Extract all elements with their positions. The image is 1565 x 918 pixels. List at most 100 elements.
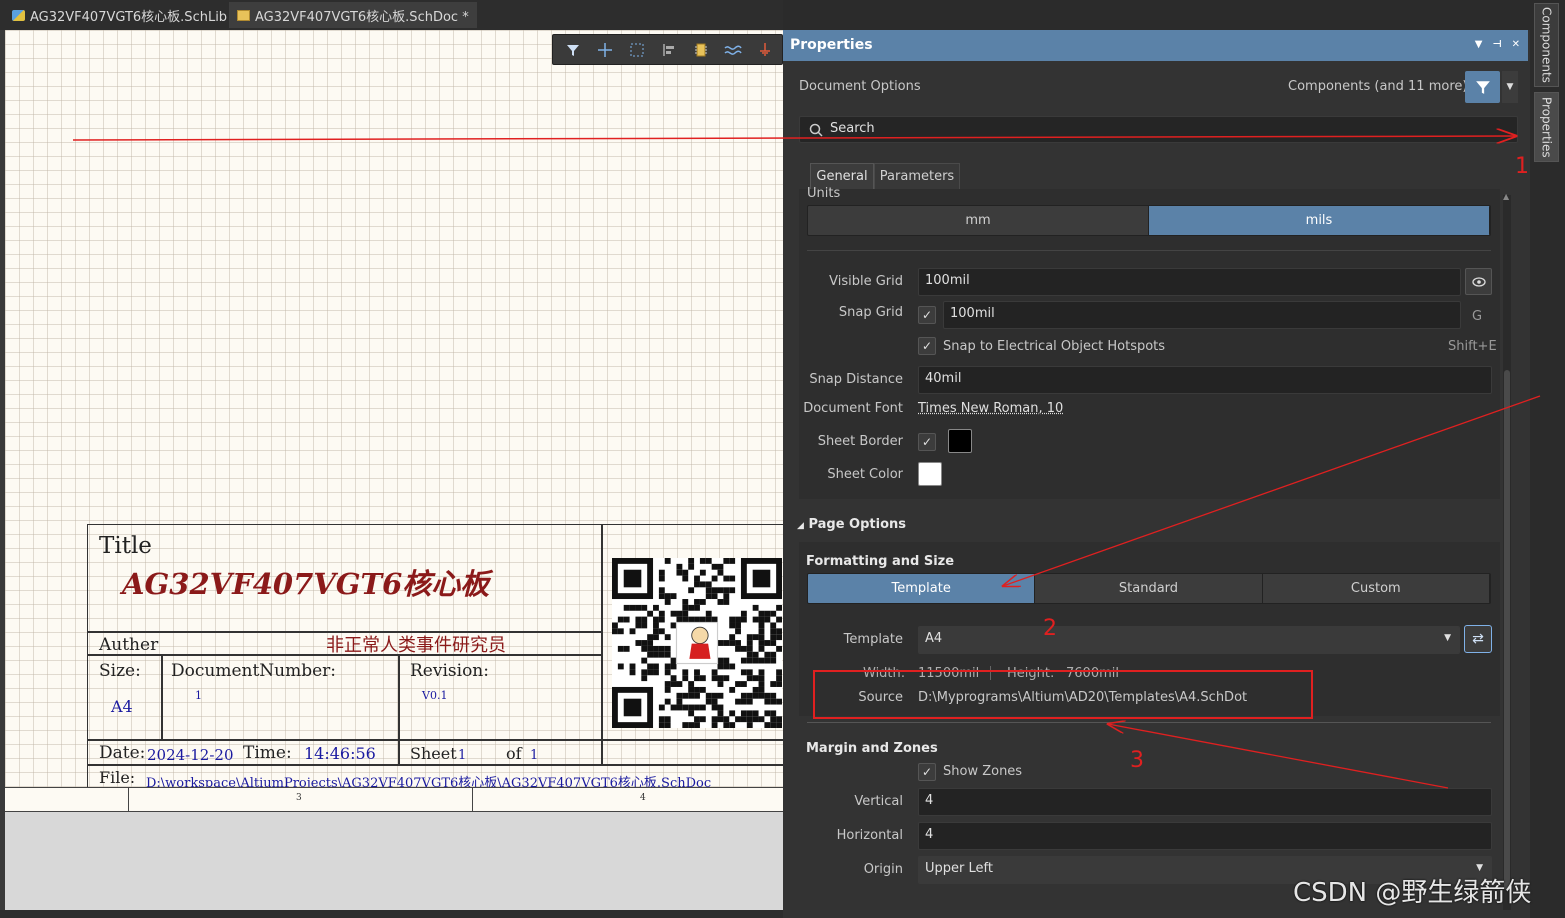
page-options-header[interactable]: ◢ Page Options [797, 517, 906, 532]
origin-value: Upper Left [925, 861, 993, 876]
horizontal-zones-input[interactable]: 4 [918, 822, 1492, 850]
close-icon[interactable]: ✕ [1512, 39, 1520, 50]
docnum-value: 1 [195, 689, 202, 702]
height-label: Height: [1007, 666, 1055, 681]
snap-distance-label: Snap Distance [809, 372, 903, 387]
size-label: Size: [99, 661, 141, 681]
status-bar [0, 910, 783, 918]
snap-hotspots-checkbox[interactable]: ✓ [918, 337, 936, 355]
template-value: A4 [925, 631, 943, 646]
tb-divider [88, 739, 784, 741]
show-zones-checkbox[interactable]: ✓ [918, 763, 936, 781]
visible-grid-input[interactable]: 100mil [918, 268, 1461, 296]
schdoc-file-icon [237, 9, 250, 21]
qr-code-image [612, 558, 782, 728]
sheet-value: 1 [458, 748, 467, 763]
width-value: 11500mil [918, 666, 980, 681]
vertical-zones-input[interactable]: 4 [918, 788, 1492, 816]
grid-visibility-button[interactable] [1465, 268, 1492, 295]
place-wire-button[interactable] [719, 38, 747, 62]
vertical-label: Vertical [854, 794, 903, 809]
tb-divider [161, 654, 163, 739]
check-icon: ✓ [921, 765, 933, 779]
unit-mm-option[interactable]: mm [808, 206, 1149, 235]
snap-distance-input[interactable]: 40mil [918, 366, 1492, 394]
format-custom-option[interactable]: Custom [1262, 574, 1490, 603]
snap-grid-label: Snap Grid [838, 305, 903, 320]
schlib-file-icon [12, 9, 25, 21]
chevron-down-icon: ▼ [1444, 633, 1451, 643]
select-tool-button[interactable] [623, 38, 651, 62]
move-tool-button[interactable] [591, 38, 619, 62]
source-value: D:\Myprograms\Altium\AD20\Templates\A4.S… [918, 690, 1248, 705]
tab-schlib-label: AG32VF407VGT6核心板.SchLib [30, 9, 228, 25]
sheet-label: Sheet [410, 744, 457, 763]
filter-icon [567, 44, 579, 56]
page-options-label: Page Options [808, 517, 907, 532]
refresh-icon: ⇄ [1472, 631, 1484, 647]
sheet-border-color-swatch[interactable] [948, 429, 972, 453]
properties-title: Properties [790, 37, 873, 53]
document-font-label: Document Font [803, 401, 903, 416]
height-value: 7600mil [1066, 666, 1119, 681]
zone-label-3: 3 [296, 793, 302, 803]
search-input[interactable]: Search [799, 116, 1518, 143]
properties-rail-label: Properties [1539, 96, 1554, 158]
format-standard-option[interactable]: Standard [1035, 574, 1263, 603]
wire-icon [724, 44, 742, 55]
formatting-size-label: Formatting and Size [806, 554, 955, 569]
tab-parameters[interactable]: Parameters [874, 163, 960, 189]
snap-grid-checkbox[interactable]: ✓ [918, 306, 936, 324]
align-tool-button[interactable] [655, 38, 683, 62]
page-format-toggle[interactable]: Template Standard Custom [807, 573, 1491, 604]
tab-general-label: General [816, 169, 868, 184]
collapse-triangle-icon: ◢ [797, 521, 804, 531]
components-rail-tab[interactable]: Components [1534, 3, 1559, 87]
units-toggle[interactable]: mm mils [807, 205, 1491, 236]
time-label: Time: [243, 743, 292, 763]
filter-tool-button[interactable] [559, 38, 587, 62]
divider [807, 722, 1491, 723]
snap-grid-shortcut: G [1472, 309, 1483, 324]
snap-hotspots-label: Snap to Electrical Object Hotspots [943, 339, 1166, 354]
place-part-button[interactable] [687, 38, 715, 62]
filter-dropdown-button[interactable]: ▼ [1502, 71, 1518, 103]
horizontal-label: Horizontal [836, 828, 903, 843]
scrollbar-thumb[interactable] [1504, 370, 1510, 890]
unit-mils-option[interactable]: mils [1149, 206, 1490, 235]
update-template-button[interactable]: ⇄ [1464, 625, 1492, 653]
units-label: Units [807, 186, 841, 201]
format-template-option[interactable]: Template [808, 574, 1036, 603]
active-bar-toolbar [552, 34, 783, 65]
date-label: Date: [99, 743, 146, 763]
filter-button[interactable] [1465, 71, 1500, 103]
template-select[interactable]: A4 ▼ [918, 626, 1460, 654]
part-icon [695, 43, 707, 56]
pin-icon[interactable]: ⊣ [1492, 39, 1501, 50]
file-label: File: [99, 768, 136, 787]
sheet-color-swatch[interactable] [918, 462, 942, 486]
tab-schdoc-label: AG32VF407VGT6核心板.SchDoc * [255, 9, 469, 25]
panel-menu-icon[interactable]: ▼ [1475, 39, 1483, 50]
properties-rail-tab[interactable]: Properties [1534, 92, 1559, 162]
place-power-button[interactable] [751, 38, 779, 62]
title-label: Title [99, 533, 152, 559]
filter-icon [1475, 81, 1490, 94]
sheet-border-checkbox[interactable]: ✓ [918, 433, 936, 451]
snap-grid-input[interactable]: 100mil [943, 301, 1461, 329]
tab-schdoc[interactable]: AG32VF407VGT6核心板.SchDoc * [229, 2, 477, 28]
of-label: of [506, 744, 522, 763]
filter-summary: Components (and 11 more) [1288, 79, 1468, 94]
tb-divider [398, 654, 400, 764]
sheet-color-label: Sheet Color [827, 467, 903, 482]
margin-zones-label: Margin and Zones [806, 741, 938, 756]
tab-schlib[interactable]: AG32VF407VGT6核心板.SchLib [4, 2, 235, 28]
divider [807, 250, 1491, 251]
snap-hotspots-shortcut: Shift+E [1448, 339, 1497, 354]
sheet-border-label: Sheet Border [817, 434, 903, 449]
check-icon: ✓ [921, 339, 933, 353]
zone-divider [128, 788, 129, 811]
scroll-up-arrow-icon[interactable]: ▲ [1503, 192, 1509, 201]
width-label: Width: [863, 666, 906, 681]
document-font-link[interactable]: Times New Roman, 10 [918, 401, 1063, 416]
